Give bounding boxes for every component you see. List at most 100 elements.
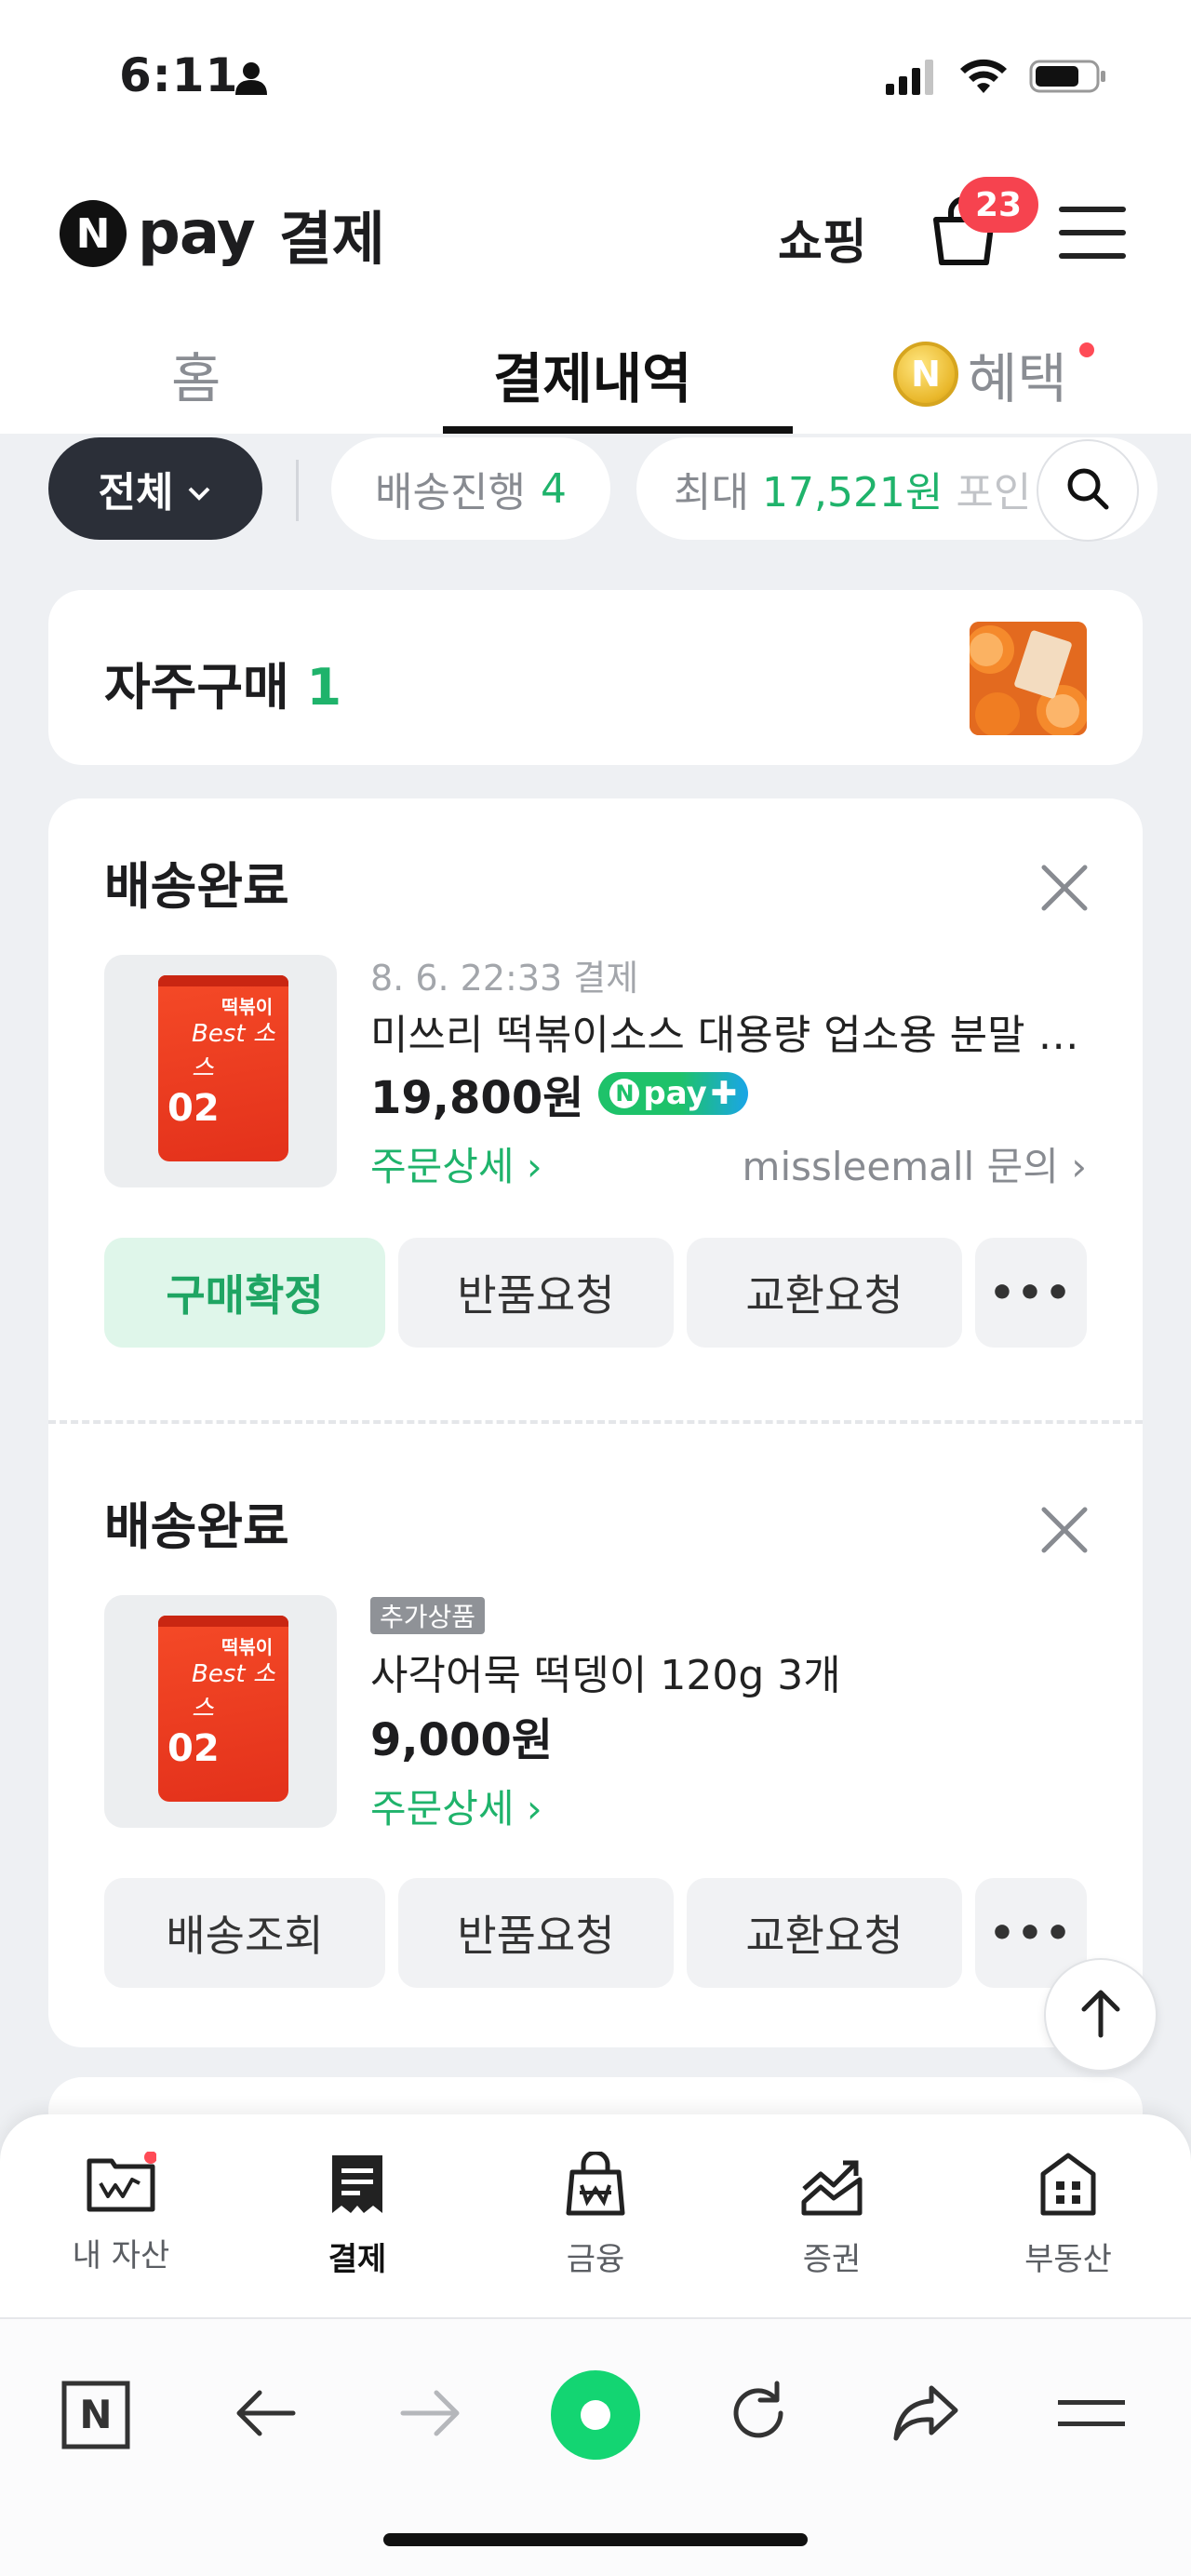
order-separator (48, 1420, 1143, 1424)
benefits-notification-dot (1079, 342, 1094, 357)
nav-label: 부동산 (1024, 2241, 1112, 2278)
pack-script: Best 소스 (192, 1020, 275, 1082)
app-header: N pay 결제 쇼핑 23 (0, 158, 1191, 307)
sauce-pack-image: 떡볶이 Best 소스 02 (158, 1616, 288, 1802)
filter-shipping-chip[interactable]: 배송진행 4 (331, 437, 610, 540)
battery-icon (1029, 58, 1107, 99)
filter-divider (296, 460, 299, 521)
product-price: 9,000원 (370, 1714, 553, 1766)
product-price: 19,800원 (370, 1072, 584, 1124)
return-request-button[interactable]: 반품요청 (398, 1238, 674, 1348)
exchange-request-button[interactable]: 교환요청 (687, 1238, 962, 1348)
wifi-icon (958, 58, 1009, 99)
shopping-link[interactable]: 쇼핑 (778, 203, 867, 273)
cart-count-badge: 23 (958, 177, 1038, 233)
pack-number: 02 (167, 1727, 220, 1770)
frequent-purchase-card[interactable]: 자주구매 1 (48, 590, 1143, 765)
hamburger-menu-icon[interactable] (1059, 203, 1126, 262)
nav-stocks[interactable]: 증권 (739, 2152, 925, 2279)
return-request-button[interactable]: 반품요청 (398, 1878, 674, 1988)
n-coin-icon: N (893, 342, 958, 407)
money-bag-icon (563, 2150, 628, 2220)
logo-n-mark: N (60, 200, 127, 267)
search-icon (1064, 464, 1112, 517)
browser-menu-button[interactable] (1040, 2364, 1143, 2466)
points-suffix: 포인 (956, 469, 1032, 517)
nav-payments[interactable]: 결제 (264, 2152, 450, 2279)
points-amount: 17,521원 (761, 469, 943, 517)
filter-all-label: 전체 (98, 469, 174, 517)
stock-chart-icon (798, 2152, 865, 2220)
confirm-purchase-button[interactable]: 구매확정 (104, 1238, 385, 1348)
nav-my-assets[interactable]: 내 자산 (28, 2151, 214, 2275)
nav-label: 증권 (802, 2241, 862, 2278)
product-price-row: 19,800원 N pay ✚ (370, 1061, 749, 1126)
cellular-signal-icon (886, 58, 938, 99)
chevron-down-icon (186, 465, 212, 513)
order-actions: 구매확정 반품요청 교환요청 ••• (104, 1238, 1091, 1348)
order-detail-link[interactable]: 주문상세 › (370, 1778, 542, 1834)
tab-home[interactable]: 홈 (171, 335, 221, 413)
back-button[interactable] (214, 2364, 316, 2466)
product-thumbnail[interactable]: 떡볶이 Best 소스 02 (104, 955, 337, 1187)
filter-row: 전체 배송진행 4 최대 17,521원 포인 (0, 434, 1191, 545)
sauce-pack-image: 떡볶이 Best 소스 02 (158, 975, 288, 1161)
nav-real-estate[interactable]: 부동산 (975, 2152, 1161, 2279)
status-bar: 6:11 (0, 0, 1191, 158)
nav-label: 결제 (328, 2241, 387, 2278)
tab-benefits-label: 혜택 (968, 347, 1067, 410)
main-tabs: 홈 결제내역 N 혜택 (0, 307, 1191, 434)
product-name[interactable]: 사각어묵 떡뎅이 120g 3개 (370, 1642, 1133, 1701)
nav-label: 내 자산 (72, 2237, 170, 2274)
order-date: 8. 6. 22:33 결제 (370, 958, 639, 999)
product-name[interactable]: 미쓰리 떡볶이소스 대용량 업소용 분말 … (370, 1001, 1133, 1061)
points-prefix: 최대 (674, 469, 749, 517)
npay-n-icon: N (609, 1079, 640, 1108)
exchange-request-button[interactable]: 교환요청 (687, 1878, 962, 1988)
status-time: 6:11 (119, 48, 239, 102)
share-button[interactable] (875, 2364, 977, 2466)
home-indicator (383, 2533, 808, 2546)
status-icons (886, 58, 1107, 99)
addon-product-tag: 추가상품 (370, 1597, 486, 1634)
order-detail-link[interactable]: 주문상세 › (370, 1135, 542, 1192)
naver-n-text: N (79, 2392, 112, 2437)
nav-finance[interactable]: 금융 (502, 2150, 689, 2279)
arrow-left-icon (232, 2385, 299, 2445)
search-button[interactable] (1037, 439, 1139, 542)
arrow-right-icon (397, 2385, 464, 2445)
product-thumbnail[interactable]: 떡볶이 Best 소스 02 (104, 1595, 337, 1828)
tab-benefits[interactable]: N 혜택 (893, 335, 1067, 413)
frequent-label: 자주구매 (104, 658, 289, 717)
share-arrow-icon (890, 2382, 961, 2448)
npay-logo[interactable]: N pay 결제 (60, 192, 385, 275)
page-title: 결제 (278, 205, 385, 273)
nav-label: 금융 (566, 2241, 625, 2278)
bottom-navigation: 내 자산 결제 금융 증권 부동산 (0, 2114, 1191, 2317)
refresh-icon (725, 2380, 792, 2450)
seller-inquiry-link[interactable]: missleemall 문의 › (743, 1135, 1087, 1192)
tab-payment-history[interactable]: 결제내역 (493, 335, 691, 413)
active-tab-indicator (443, 426, 793, 434)
more-options-button[interactable]: ••• (975, 1238, 1087, 1348)
green-dot-button[interactable] (544, 2364, 647, 2466)
frequent-count: 1 (306, 658, 342, 717)
scroll-to-top-button[interactable] (1044, 1958, 1158, 2072)
filter-all-dropdown[interactable]: 전체 (48, 437, 262, 540)
frequent-purchase-title: 자주구매 1 (104, 646, 341, 719)
logo-pay-text: pay (138, 199, 256, 268)
pack-script: Best 소스 (192, 1660, 275, 1723)
order-status: 배송완료 (104, 1497, 289, 1556)
refresh-button[interactable] (707, 2364, 810, 2466)
npay-plus-label: pay (643, 1075, 707, 1112)
npay-plus-badge: N pay ✚ (598, 1072, 749, 1115)
product-price-row: 9,000원 (370, 1703, 553, 1768)
shipping-count: 4 (540, 464, 567, 513)
naver-home-button[interactable]: N (45, 2364, 147, 2466)
track-delivery-button[interactable]: 배송조회 (104, 1878, 385, 1988)
close-icon[interactable] (1038, 1504, 1091, 1556)
shipping-label: 배송진행 (375, 469, 526, 517)
forward-button[interactable] (380, 2364, 482, 2466)
close-icon[interactable] (1038, 862, 1091, 914)
plus-icon: ✚ (710, 1075, 738, 1112)
